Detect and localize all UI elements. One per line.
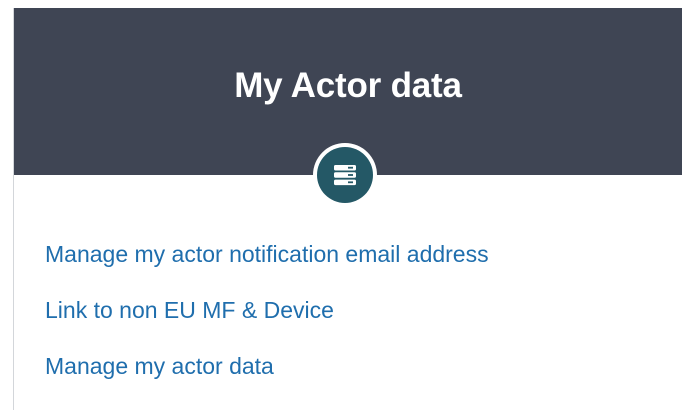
card-title: My Actor data bbox=[234, 66, 462, 105]
manage-actor-data-link[interactable]: Manage my actor data bbox=[45, 353, 274, 379]
actor-data-card: My Actor data Manage my actor notificati… bbox=[13, 8, 682, 410]
list-item: Link to non EU MF & Device bbox=[45, 292, 489, 348]
actor-links-list: Manage my actor notification email addre… bbox=[45, 236, 489, 404]
page: My Actor data Manage my actor notificati… bbox=[0, 0, 682, 410]
server-stack-icon bbox=[317, 147, 373, 203]
link-non-eu-mf-device-link[interactable]: Link to non EU MF & Device bbox=[45, 297, 334, 323]
card-icon-badge bbox=[313, 143, 377, 207]
list-item: Manage my actor data bbox=[45, 348, 489, 404]
manage-notification-email-link[interactable]: Manage my actor notification email addre… bbox=[45, 241, 489, 267]
list-item: Manage my actor notification email addre… bbox=[45, 236, 489, 292]
